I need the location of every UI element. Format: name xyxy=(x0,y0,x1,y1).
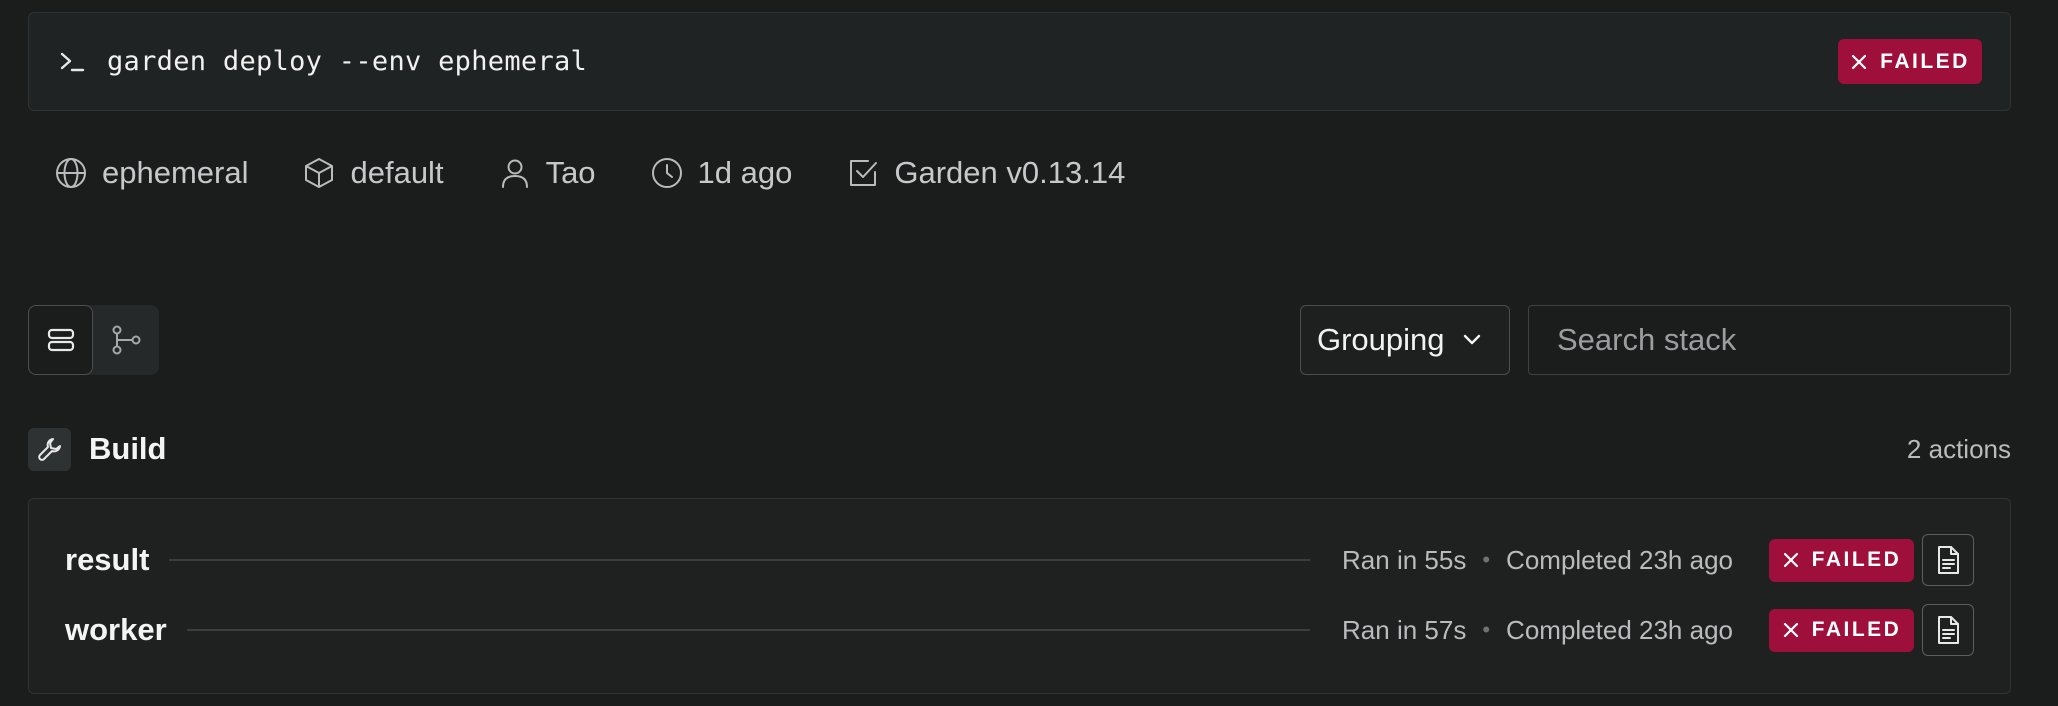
search-input[interactable] xyxy=(1528,305,2011,375)
command-status-label: FAILED xyxy=(1880,49,1970,73)
view-logs-button[interactable] xyxy=(1922,604,1974,656)
document-icon xyxy=(1938,616,1959,644)
action-row[interactable]: result Ran in 55s • Completed 23h ago FA… xyxy=(65,534,1974,586)
section-icon xyxy=(28,427,71,471)
view-logs-button[interactable] xyxy=(1922,534,1974,586)
action-name: result xyxy=(65,542,150,577)
grouping-dropdown[interactable]: Grouping xyxy=(1300,305,1510,375)
meta-user: Tao xyxy=(498,155,596,191)
action-status-badge: FAILED xyxy=(1769,608,1914,652)
action-duration: Ran in 57s xyxy=(1342,614,1467,645)
grouping-label: Grouping xyxy=(1317,322,1445,357)
action-status-label: FAILED xyxy=(1811,618,1902,641)
graph-view-icon xyxy=(112,325,140,355)
globe-icon xyxy=(56,158,86,188)
chevron-down-icon xyxy=(1463,334,1480,345)
wrench-icon xyxy=(37,438,61,461)
list-view-icon xyxy=(47,328,74,352)
action-row[interactable]: worker Ran in 57s • Completed 23h ago FA… xyxy=(65,604,1974,656)
close-icon xyxy=(1783,622,1798,638)
meta-version: Garden v0.13.14 xyxy=(846,155,1125,191)
close-icon xyxy=(1852,54,1867,69)
meta-environment: ephemeral xyxy=(54,155,248,191)
clock-icon xyxy=(651,158,682,188)
separator-dot: • xyxy=(1482,547,1491,572)
action-duration: Ran in 55s xyxy=(1342,544,1467,575)
action-meta: Ran in 55s • Completed 23h ago xyxy=(1342,545,1733,576)
action-divider xyxy=(169,559,1311,561)
meta-version-label: Garden v0.13.14 xyxy=(894,155,1126,190)
meta-namespace-label: default xyxy=(350,155,444,190)
document-icon xyxy=(1938,546,1959,574)
command-meta: ephemeral default Tao 1d ago Garden v0.1… xyxy=(54,150,1179,196)
section-title: Build xyxy=(89,431,167,466)
meta-environment-label: ephemeral xyxy=(102,155,249,190)
action-name: worker xyxy=(65,612,167,647)
meta-namespace: default xyxy=(302,155,444,191)
command-bar: garden deploy --env ephemeral FAILED xyxy=(28,12,2011,111)
separator-dot: • xyxy=(1482,617,1491,642)
command-status-badge: FAILED xyxy=(1838,39,1982,84)
graph-view-button[interactable] xyxy=(93,305,158,375)
cube-icon xyxy=(305,158,334,188)
actions-list: result Ran in 55s • Completed 23h ago FA… xyxy=(28,498,2011,694)
action-completed: Completed 23h ago xyxy=(1506,544,1733,575)
section-header-build: Build 2 actions xyxy=(28,427,2011,471)
action-status-badge: FAILED xyxy=(1769,538,1914,582)
terminal-prompt-icon xyxy=(60,52,85,71)
action-status-label: FAILED xyxy=(1811,548,1902,571)
user-icon xyxy=(501,159,528,188)
meta-time: 1d ago xyxy=(650,155,793,191)
section-count: 2 actions xyxy=(1906,433,2011,464)
checkbox-icon xyxy=(850,160,878,186)
command-text: garden deploy --env ephemeral xyxy=(107,46,588,77)
list-view-button[interactable] xyxy=(28,305,93,375)
action-completed: Completed 23h ago xyxy=(1506,614,1733,645)
action-meta: Ran in 57s • Completed 23h ago xyxy=(1342,615,1733,646)
action-divider xyxy=(186,629,1311,631)
meta-user-label: Tao xyxy=(545,155,596,190)
close-icon xyxy=(1783,552,1798,568)
meta-time-label: 1d ago xyxy=(697,155,793,190)
view-toggle xyxy=(28,305,159,375)
